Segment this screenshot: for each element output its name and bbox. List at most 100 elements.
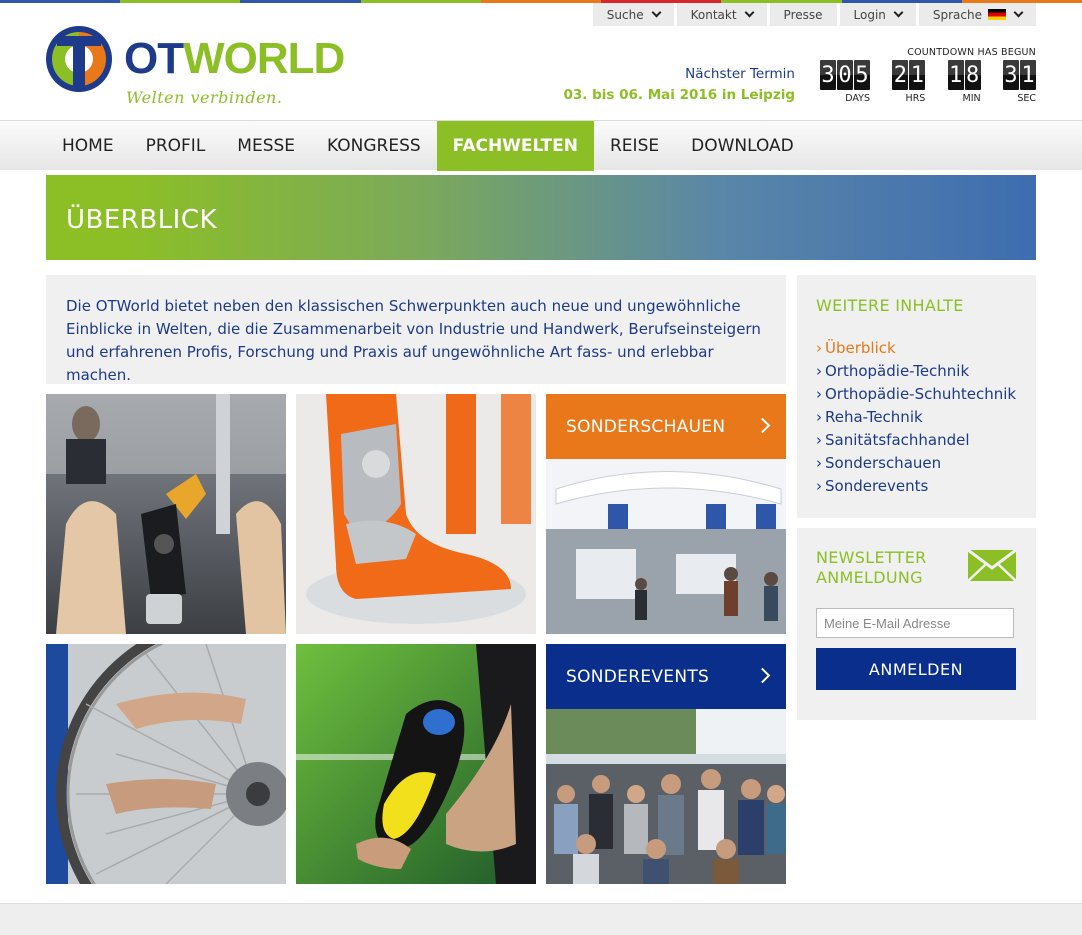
countdown-digit: 3 [1002, 60, 1019, 90]
sonderschauen-label: SONDERSCHAUEN [566, 416, 726, 437]
countdown: COUNTDOWN HAS BEGUN 3 0 5 DAYS 2 1 HRS 1 8 MIN 3 1 S… [820, 47, 1036, 104]
main-nav: HOME PROFIL MESSE KONGRESS FACHWELTEN REISE DO… [0, 120, 1082, 171]
countdown-row: 3 0 5 DAYS 2 1 HRS 1 8 MIN 3 1 SEC [820, 60, 1036, 104]
sidebar-link[interactable]: › Überblick [816, 337, 1017, 360]
countdown-digit: 3 [820, 60, 836, 90]
sonderschauen-header[interactable]: SONDERSCHAUEN [546, 394, 786, 459]
countdown-digits: 305 [820, 60, 870, 90]
util-login[interactable]: Login [839, 3, 916, 26]
chevron-down-icon [1013, 7, 1024, 18]
logo-wordmark: OTWORLD [124, 34, 345, 84]
footer [0, 903, 1082, 935]
countdown-digit: 8 [964, 60, 981, 90]
further-content-box: WEITERE INHALTE › Überblick › Orthopädie-Te… [797, 275, 1036, 518]
insole-image [296, 644, 536, 884]
photo-foot-orthosis[interactable] [296, 394, 536, 634]
countdown-digits: 18 [947, 60, 981, 90]
nav-item-fachwelten[interactable]: FACHWELTEN [436, 121, 594, 171]
chevron-down-icon [651, 7, 662, 18]
chevron-right-icon: › [816, 431, 822, 449]
sidebar-link-label: Orthopädie-Technik [825, 362, 970, 380]
util-language-label: Sprache [932, 7, 982, 22]
util-language[interactable]: Sprache [918, 3, 1036, 26]
nav-item-profil[interactable]: PROFIL [130, 121, 222, 171]
chevron-right-icon [754, 667, 771, 684]
newsletter-subscribe-button[interactable]: ANMELDEN [816, 648, 1016, 690]
countdown-hrs: 2 1 HRS [892, 60, 926, 104]
further-content-title: WEITERE INHALTE [816, 296, 964, 315]
prosthetic-hands-image [46, 394, 286, 634]
utility-nav: Suche Kontakt Presse Login Sprache [592, 3, 1036, 26]
logo-mark-icon [46, 26, 112, 92]
countdown-digits: 31 [1002, 60, 1036, 90]
sidebar-link[interactable]: › Orthopädie-Technik [816, 360, 1017, 383]
util-press-label: Presse [783, 7, 823, 22]
chevron-right-icon: › [816, 454, 822, 472]
nav-item-download[interactable]: DOWNLOAD [675, 121, 810, 171]
nav-item-messe[interactable]: MESSE [221, 121, 311, 171]
chevron-right-icon: › [816, 362, 822, 380]
chevron-right-icon: › [816, 408, 822, 426]
countdown-digit: 1 [1019, 60, 1036, 90]
countdown-digit: 1 [909, 60, 926, 90]
util-press[interactable]: Presse [769, 3, 837, 26]
otworld-logo[interactable]: OTWORLD Welten verbinden. [46, 26, 345, 112]
chevron-right-icon: › [816, 477, 822, 495]
sidebar-link[interactable]: › Reha-Technik [816, 406, 1017, 429]
util-search-label: Suche [606, 7, 644, 22]
sidebar-link[interactable]: › Sonderschauen [816, 452, 1017, 475]
countdown-label: SEC [1017, 93, 1036, 104]
countdown-label: HRS [905, 93, 926, 104]
page-banner: ÜBERBLICK [46, 175, 1036, 260]
photo-wheelchair-repair[interactable] [46, 644, 286, 884]
next-event-date: 03. bis 06. Mai 2016 in Leipzig [563, 87, 795, 103]
sidebar-link[interactable]: › Sonderevents [816, 475, 1017, 498]
countdown-title: COUNTDOWN HAS BEGUN [907, 47, 1036, 58]
countdown-sec: 3 1 SEC [1002, 60, 1036, 104]
chevron-right-icon [754, 417, 771, 434]
countdown-digit: 1 [947, 60, 964, 90]
photo-insole[interactable] [296, 644, 536, 884]
sidebar-link-label: Reha-Technik [825, 408, 923, 426]
countdown-min: 1 8 MIN [947, 60, 981, 104]
tile-sonderevents[interactable]: SONDEREVENTS [546, 644, 786, 884]
nav-item-kongress[interactable]: KONGRESS [311, 121, 437, 171]
util-contact[interactable]: Kontakt [676, 3, 767, 26]
util-contact-label: Kontakt [690, 7, 737, 22]
countdown-digit: 0 [837, 60, 853, 90]
sonderevents-header[interactable]: SONDEREVENTS [546, 644, 786, 709]
photo-prosthetic-hands[interactable] [46, 394, 286, 634]
newsletter-title: NEWSLETTER ANMELDUNG [816, 548, 927, 587]
main-nav-list: HOME PROFIL MESSE KONGRESS FACHWELTEN REISE DO… [46, 121, 810, 171]
nav-item-home[interactable]: HOME [46, 121, 130, 171]
tile-sonderschauen[interactable]: SONDERSCHAUEN [546, 394, 786, 634]
chevron-right-icon: › [816, 339, 822, 357]
intro-text: Die OTWorld bietet neben den klassischen… [46, 275, 786, 384]
newsletter-email-input[interactable] [816, 608, 1014, 638]
logo-text-ot: OT [124, 34, 184, 83]
sidebar-link[interactable]: › Sanitätsfachhandel [816, 429, 1017, 452]
nav-item-reise[interactable]: REISE [594, 121, 675, 171]
sidebar-link-label: Sanitätsfachhandel [825, 431, 970, 449]
newsletter-box: NEWSLETTER ANMELDUNG ANMELDEN [797, 528, 1036, 720]
countdown-digit: 5 [854, 60, 870, 90]
sidebar-link-label: Überblick [825, 339, 896, 357]
countdown-days: 3 0 5 DAYS [820, 60, 870, 104]
sidebar-link[interactable]: › Orthopädie-Schuhtechnik [816, 383, 1017, 406]
foot-orthosis-image [296, 394, 536, 634]
sidebar-link-label: Sonderevents [825, 477, 929, 495]
next-event-label: Nächster Termin [685, 66, 795, 82]
sonderevents-label: SONDEREVENTS [566, 666, 710, 687]
countdown-digits: 21 [892, 60, 926, 90]
page-title: ÜBERBLICK [66, 205, 218, 235]
chevron-right-icon: › [816, 385, 822, 403]
countdown-digit: 2 [892, 60, 909, 90]
german-flag-icon [988, 9, 1006, 20]
util-search[interactable]: Suche [592, 3, 674, 26]
chevron-down-icon [744, 7, 754, 18]
sidebar-link-label: Sonderschauen [825, 454, 942, 472]
next-event: Nächster Termin 03. bis 06. Mai 2016 in … [563, 64, 795, 106]
logo-text-world: WORLD [183, 34, 345, 83]
countdown-label: DAYS [845, 93, 870, 104]
envelope-icon [968, 550, 1016, 581]
